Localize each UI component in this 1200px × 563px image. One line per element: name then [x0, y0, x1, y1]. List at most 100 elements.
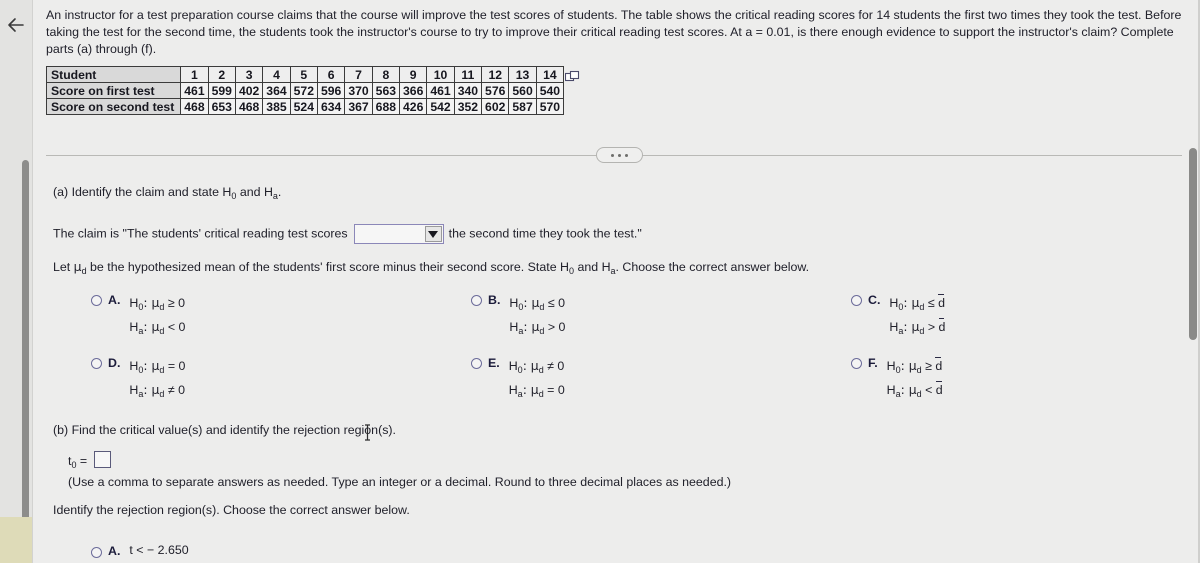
choice-row-bottom: D. H0: μd = 0 Ha: μd ≠ 0 E. H0: μd ≠ 0 H…: [53, 355, 1163, 418]
chevron-down-icon[interactable]: [424, 226, 442, 242]
first-test-cell: 599: [207, 82, 236, 99]
choice-option-f[interactable]: F. H0: μd ≥ d Ha: μd < d: [851, 355, 943, 404]
student-header-cell: 1: [180, 66, 209, 83]
second-test-cell: 468: [180, 98, 209, 115]
student-header-cell: 2: [207, 66, 236, 83]
radio-button-b[interactable]: [471, 295, 482, 306]
choice-option-e[interactable]: E. H0: μd ≠ 0 Ha: μd = 0: [471, 355, 565, 404]
student-header-cell: 12: [481, 66, 510, 83]
first-test-cell: 572: [289, 82, 318, 99]
h-symbol: H: [886, 383, 896, 397]
student-header-cell: 8: [371, 66, 401, 83]
choice-letter-c: C.: [868, 293, 881, 307]
student-header-cell: 10: [426, 66, 455, 83]
critical-value-hint: (Use a comma to separate answers as need…: [68, 475, 732, 489]
mu-symbol: μ: [73, 259, 82, 274]
radio-button-d[interactable]: [91, 358, 102, 369]
choice-row-top: A. H0: μd ≥ 0 Ha: μd < 0 B. H0: μd ≤ 0 H…: [53, 292, 1163, 355]
claim-suffix: the second time they took the test.": [448, 226, 642, 241]
relation: > 0: [544, 320, 566, 334]
choice-option-b[interactable]: B. H0: μd ≤ 0 Ha: μd > 0: [471, 292, 565, 341]
d-bar-symbol: d: [938, 317, 945, 337]
vertical-scrollbar[interactable]: [1189, 148, 1197, 563]
second-test-cell: 385: [262, 98, 291, 115]
second-test-cell: 570: [535, 98, 565, 115]
first-test-cell: 366: [399, 82, 428, 99]
claim-prefix: The claim is "The students' critical rea…: [53, 226, 348, 241]
left-scrollbar[interactable]: [22, 160, 29, 540]
null-hypothesis-d: H0: μd = 0: [129, 356, 185, 380]
rejection-choice-option-a[interactable]: A. t < − 2.650: [91, 543, 189, 563]
mu-symbol: : μ: [523, 319, 540, 334]
null-hypothesis-b: H0: μd ≤ 0: [509, 293, 565, 317]
student-header-cell: 3: [234, 66, 264, 83]
choice-option-d[interactable]: D. H0: μd = 0 Ha: μd ≠ 0: [91, 355, 185, 404]
ellipsis-dot: [625, 153, 628, 157]
claim-direction-dropdown[interactable]: [353, 224, 444, 244]
mu-symbol: : μ: [903, 319, 920, 334]
left-rail-footer: [0, 517, 33, 563]
let-part4: . Choose the correct answer below.: [615, 260, 810, 274]
copy-icon[interactable]: [564, 70, 580, 84]
radio-button-rejection-a[interactable]: [91, 547, 102, 558]
choice-letter-a: A.: [108, 293, 121, 307]
table-row-first-test: Score on first test 461 599 402 364 572 …: [45, 82, 565, 99]
back-arrow-icon[interactable]: [4, 12, 30, 38]
choice-option-a[interactable]: A. H0: μd ≥ 0 Ha: μd < 0: [91, 292, 185, 341]
let-part2: be the hypothesized mean of the students…: [86, 260, 569, 274]
part-a-mid: and H: [236, 185, 273, 199]
choice-option-c[interactable]: C. H0: μd ≤ d Ha: μd > d: [851, 292, 945, 341]
mu-symbol: : μ: [143, 382, 160, 397]
choice-body-b: H0: μd ≤ 0 Ha: μd > 0: [509, 293, 565, 341]
let-part1: Let: [53, 260, 74, 274]
ellipsis-dot: [618, 153, 621, 157]
second-test-cell: 688: [371, 98, 401, 115]
mu-symbol: : μ: [900, 382, 917, 397]
second-test-cell: 352: [453, 98, 483, 115]
alt-hypothesis-f: Ha: μd < d: [887, 380, 943, 404]
problem-window: An instructor for a test preparation cou…: [0, 0, 1200, 563]
first-test-cell: 340: [453, 82, 483, 99]
student-header-cell: 4: [262, 66, 291, 83]
student-header-cell: 14: [535, 66, 565, 83]
rejection-choice-text-a: t < − 2.650: [129, 543, 189, 557]
mu-symbol: : μ: [523, 295, 540, 310]
radio-button-a[interactable]: [91, 295, 102, 306]
row-label-first-test: Score on first test: [45, 82, 182, 99]
student-header-cell: 6: [316, 66, 346, 83]
second-test-cell: 426: [399, 98, 428, 115]
relation: ≥ 0: [164, 296, 185, 310]
alt-hypothesis-b: Ha: μd > 0: [509, 317, 565, 341]
radio-button-f[interactable]: [851, 358, 862, 369]
choice-letter-f: F.: [868, 356, 878, 370]
first-test-cell: 461: [180, 82, 209, 99]
text-cursor-icon: [363, 424, 372, 441]
alt-hypothesis-c: Ha: μd > d: [889, 317, 945, 341]
left-scrollbar-thumb[interactable]: [22, 160, 29, 528]
claim-statement-row: The claim is "The students' critical rea…: [53, 224, 642, 244]
table-row-second-test: Score on second test 468 653 468 385 524…: [45, 98, 565, 115]
second-test-cell: 634: [316, 98, 346, 115]
relation: ≤: [924, 296, 939, 310]
student-header-cell: 5: [289, 66, 318, 83]
radio-button-e[interactable]: [471, 358, 482, 369]
relation: >: [924, 320, 939, 334]
alt-hypothesis-d: Ha: μd ≠ 0: [129, 380, 185, 404]
part-a-suffix: .: [277, 185, 282, 199]
vertical-scrollbar-thumb[interactable]: [1189, 148, 1197, 340]
second-test-cell: 468: [234, 98, 264, 115]
radio-button-c[interactable]: [851, 295, 862, 306]
first-test-cell: 402: [234, 82, 264, 99]
first-test-cell: 596: [316, 82, 346, 99]
choice-letter-d: D.: [108, 356, 121, 370]
row-label-second-test: Score on second test: [45, 98, 182, 115]
critical-value-input[interactable]: [93, 451, 111, 468]
relation: < 0: [164, 320, 186, 334]
choice-body-f: H0: μd ≥ d Ha: μd < d: [887, 356, 943, 404]
h-symbol: H: [508, 383, 518, 397]
more-options-button[interactable]: [596, 147, 643, 163]
critical-value-row: t0 =: [68, 451, 111, 470]
first-test-cell: 560: [508, 82, 537, 99]
mu-symbol: : μ: [903, 295, 920, 310]
d-bar-symbol: d: [935, 380, 943, 400]
